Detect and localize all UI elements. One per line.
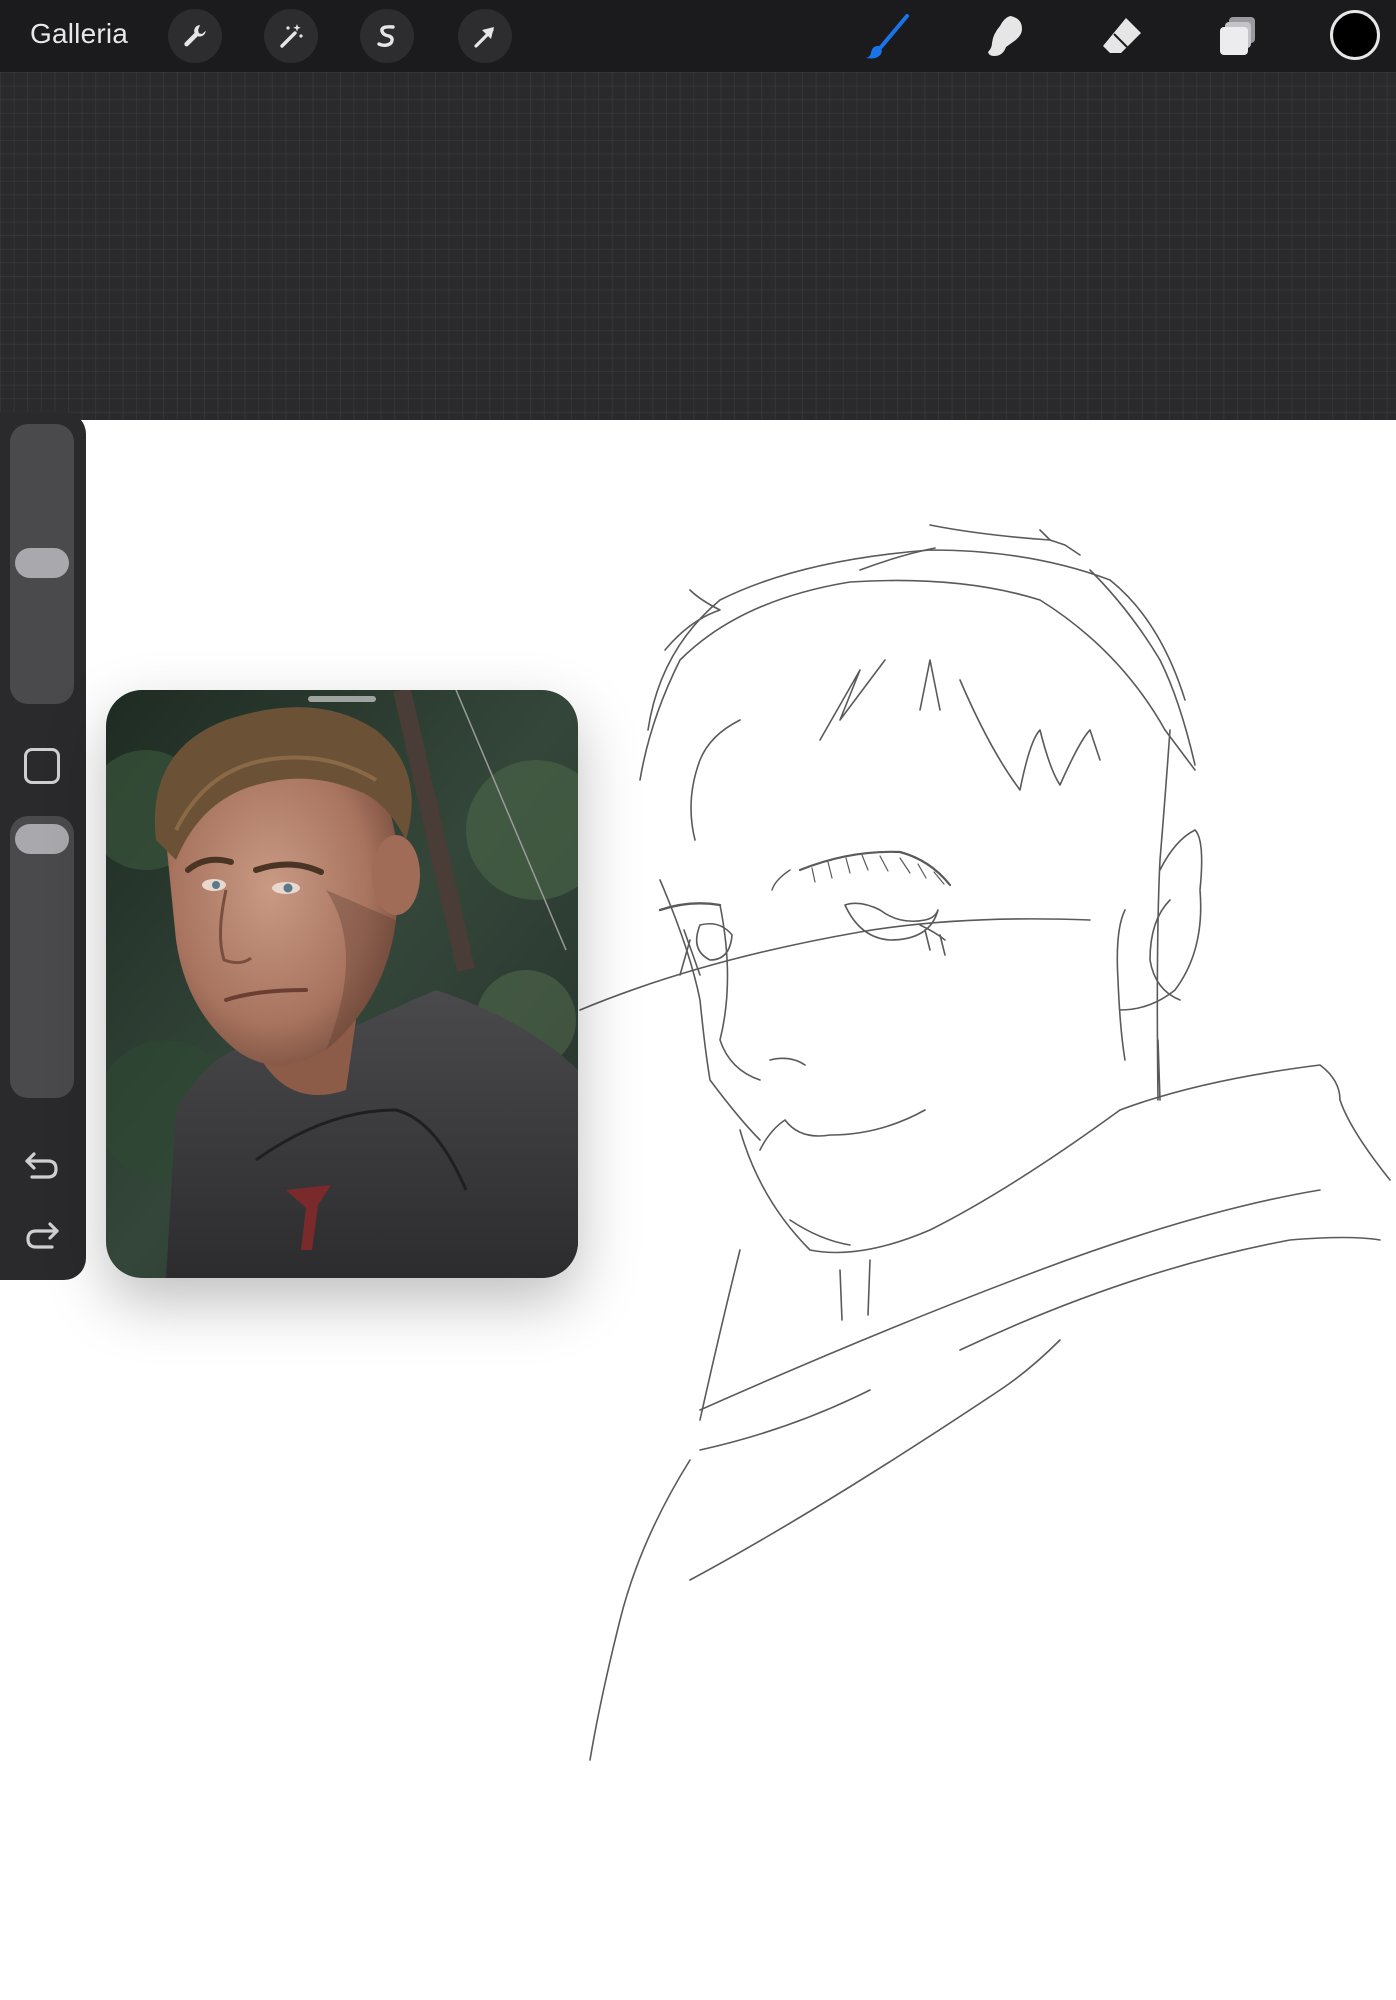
left-sidebar bbox=[0, 412, 86, 1280]
reference-drag-handle[interactable] bbox=[308, 696, 376, 702]
opacity-thumb[interactable] bbox=[15, 824, 69, 854]
opacity-slider[interactable] bbox=[10, 816, 74, 1098]
brush-tool[interactable] bbox=[860, 8, 916, 64]
actions-button[interactable] bbox=[168, 9, 222, 63]
eraser-tool[interactable] bbox=[1094, 8, 1150, 64]
brush-size-slider[interactable] bbox=[10, 424, 74, 704]
layers-tool[interactable] bbox=[1210, 8, 1266, 64]
redo-button[interactable] bbox=[18, 1216, 66, 1256]
undo-button[interactable] bbox=[18, 1146, 66, 1186]
smudge-icon bbox=[988, 16, 1022, 56]
undo-icon bbox=[25, 1152, 58, 1179]
portrait-reference bbox=[106, 690, 578, 1278]
adjustments-button[interactable] bbox=[264, 9, 318, 63]
gallery-button[interactable]: Galleria bbox=[30, 18, 128, 50]
wrench-icon bbox=[184, 25, 206, 47]
selection-s-icon bbox=[377, 25, 395, 47]
brush-icon bbox=[866, 14, 909, 59]
transform-arrow-icon bbox=[474, 27, 494, 48]
color-swatch[interactable] bbox=[1330, 10, 1380, 60]
eraser-icon bbox=[1103, 18, 1141, 53]
smudge-tool[interactable] bbox=[976, 8, 1032, 64]
workspace-grid bbox=[0, 72, 1396, 420]
reference-window[interactable] bbox=[106, 690, 578, 1278]
selection-button[interactable] bbox=[360, 9, 414, 63]
layers-icon bbox=[1220, 17, 1255, 55]
magic-wand-icon bbox=[280, 24, 303, 48]
redo-icon bbox=[26, 1222, 59, 1249]
top-toolbar: Galleria bbox=[0, 0, 1396, 72]
modify-button[interactable] bbox=[24, 748, 60, 784]
transform-button[interactable] bbox=[458, 9, 512, 63]
brush-size-thumb[interactable] bbox=[15, 548, 69, 578]
